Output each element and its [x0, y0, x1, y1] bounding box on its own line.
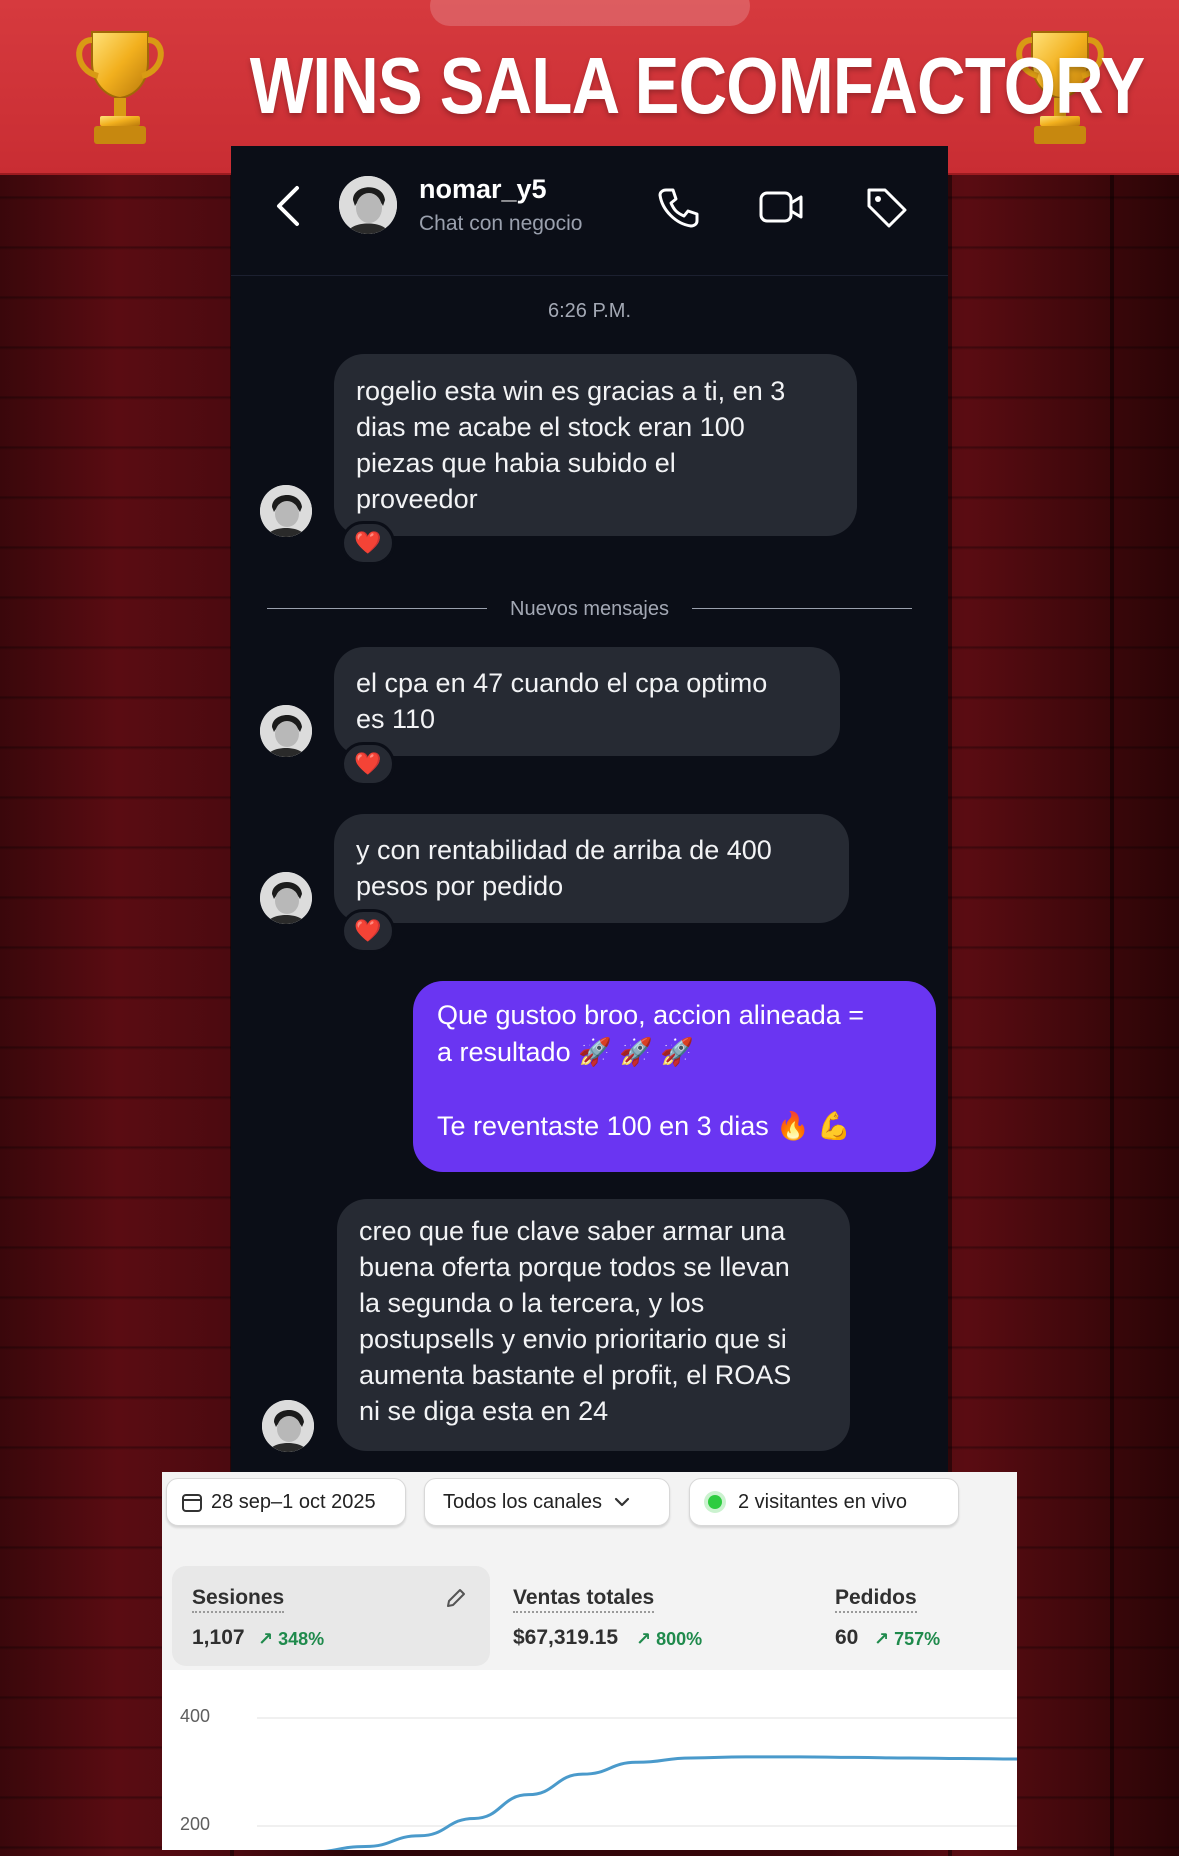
avatar[interactable] — [260, 872, 312, 924]
calendar-icon — [182, 1494, 202, 1512]
heart-reaction-icon[interactable]: ❤️ — [341, 742, 395, 786]
banner-title: WINS SALA ECOMFACTORY — [249, 41, 1145, 130]
banner-pill — [430, 0, 750, 26]
chart-plot — [257, 1717, 1017, 1850]
date-range-button[interactable]: 28 sep–1 oct 2025 — [166, 1478, 406, 1526]
live-visitors-label: 2 visitantes en vivo — [738, 1490, 907, 1513]
avatar[interactable] — [260, 705, 312, 757]
tag-icon[interactable] — [863, 184, 909, 230]
message-bubble-outgoing[interactable]: Que gustoo broo, accion alineada = a res… — [413, 981, 936, 1172]
divider-label: Nuevos mensajes — [510, 598, 669, 620]
chevron-down-icon — [614, 1497, 630, 1507]
contact-name[interactable]: nomar_y5 — [419, 174, 547, 205]
metric-label[interactable]: Ventas totales — [513, 1586, 655, 1613]
edit-pencil-icon[interactable] — [444, 1586, 468, 1610]
live-dot-icon — [708, 1495, 722, 1509]
message-bubble[interactable]: rogelio esta win es gracias a ti, en 3 d… — [334, 354, 857, 536]
metric-label: Sesiones — [192, 1586, 285, 1613]
metric-label[interactable]: Pedidos — [835, 1586, 917, 1613]
chat-window: nomar_y5 Chat con negocio 6:26 P.M. roge… — [231, 146, 948, 1476]
metric-change: ↗ 757% — [874, 1629, 941, 1649]
date-range-label: 28 sep–1 oct 2025 — [211, 1490, 376, 1513]
trophy-icon — [76, 31, 164, 144]
video-icon[interactable] — [758, 184, 804, 230]
channels-label: Todos los canales — [443, 1490, 602, 1513]
locker-seam — [1110, 170, 1114, 1856]
channels-dropdown[interactable]: Todos los canales — [424, 1478, 670, 1526]
avatar[interactable] — [339, 176, 397, 234]
contact-subtitle: Chat con negocio — [419, 212, 583, 235]
heart-reaction-icon[interactable]: ❤️ — [341, 521, 395, 565]
message-bubble[interactable]: y con rentabilidad de arriba de 400 peso… — [334, 814, 849, 923]
avatar[interactable] — [260, 485, 312, 537]
phone-icon[interactable] — [656, 184, 702, 230]
message-bubble[interactable]: el cpa en 47 cuando el cpa optimo es 110 — [334, 647, 840, 756]
message-timestamp: 6:26 P.M. — [547, 300, 632, 322]
metric-card-selected[interactable] — [172, 1566, 490, 1666]
metric-value: 1,107 — [192, 1626, 245, 1649]
analytics-panel: 28 sep–1 oct 2025 Todos los canales 2 vi… — [162, 1472, 1017, 1850]
heart-reaction-icon[interactable]: ❤️ — [341, 909, 395, 953]
metric-change: ↗ 800% — [636, 1629, 703, 1649]
metric-value: 60 — [835, 1626, 859, 1649]
sessions-chart: 400 200 — [162, 1670, 1017, 1850]
metric-value: $67,319.15 — [513, 1626, 619, 1649]
live-visitors-button[interactable]: 2 visitantes en vivo — [689, 1478, 959, 1526]
back-icon[interactable] — [273, 184, 303, 228]
metric-change: ↗ 348% — [258, 1629, 325, 1649]
message-bubble[interactable]: creo que fue clave saber armar una buena… — [337, 1199, 850, 1451]
sessions-series-line — [322, 1755, 1017, 1850]
chat-header: nomar_y5 Chat con negocio — [231, 146, 948, 276]
avatar[interactable] — [262, 1400, 314, 1452]
new-messages-divider: Nuevos mensajes — [267, 594, 912, 624]
